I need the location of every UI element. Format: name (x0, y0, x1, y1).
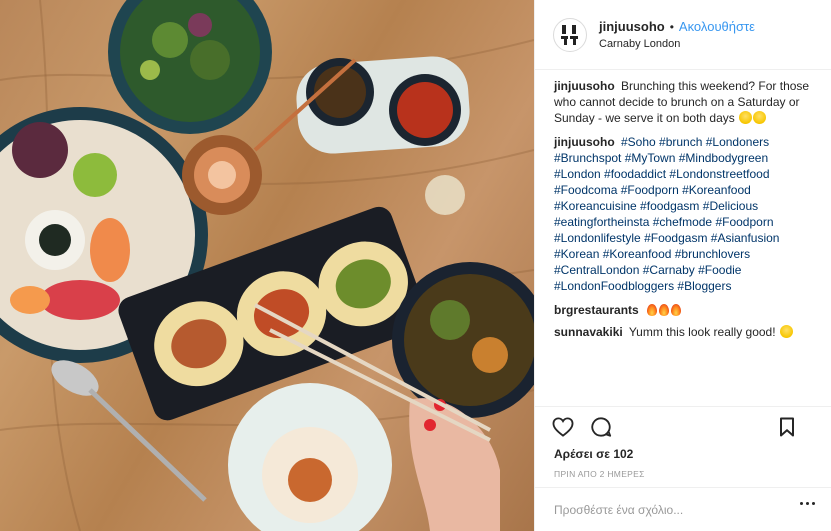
comment-item: sunnavakiki Yumm this look really good! (554, 324, 817, 340)
brand-logo-icon (561, 24, 578, 45)
action-bar (535, 406, 831, 446)
comment-input[interactable] (554, 502, 784, 517)
more-options-icon[interactable] (800, 502, 815, 505)
hashtags[interactable]: #Soho #brunch #Londoners #Brunchspot #My… (554, 135, 779, 293)
post-timestamp[interactable]: ΠΡΙΝ ΑΠΟ 2 ΗΜΕΡΕΣ (554, 469, 645, 479)
smile-emoji-icon (753, 111, 767, 124)
likes-count[interactable]: Αρέσει σε 102 (554, 447, 633, 461)
post-side-panel: jinjuusoho • Ακολουθήστε Carnaby London … (534, 0, 831, 531)
comment-username[interactable]: jinjuusoho (554, 135, 615, 149)
comment-icon[interactable] (589, 415, 613, 439)
comment-username[interactable]: brgrestaurants (554, 303, 639, 317)
food-photo-illustration (0, 0, 534, 531)
comment-item: jinjuusoho Brunching this weekend? For t… (554, 78, 817, 126)
username-link[interactable]: jinjuusoho (599, 19, 665, 34)
fire-emoji-icon (658, 303, 670, 316)
post-photo[interactable] (0, 0, 534, 531)
smile-emoji-icon (779, 325, 793, 338)
smile-emoji-icon (739, 111, 753, 124)
comment-text: Yumm this look really good! (628, 325, 776, 339)
header-text: jinjuusoho • Ακολουθήστε Carnaby London (599, 19, 755, 50)
add-comment-bar (535, 487, 831, 531)
avatar[interactable] (553, 17, 587, 52)
comment-username[interactable]: sunnavakiki (554, 325, 623, 339)
comment-username[interactable]: jinjuusoho (554, 79, 615, 93)
fire-emoji-icon (670, 303, 682, 316)
location-link[interactable]: Carnaby London (599, 38, 755, 50)
comment-item: brgrestaurants (554, 302, 817, 318)
follow-button[interactable]: Ακολουθήστε (679, 19, 755, 34)
separator-dot: • (669, 19, 674, 34)
heart-icon[interactable] (551, 415, 575, 439)
comments-list: jinjuusoho Brunching this weekend? For t… (554, 78, 817, 348)
comment-item: jinjuusoho #Soho #brunch #Londoners #Bru… (554, 134, 817, 294)
fire-emoji-icon (646, 303, 658, 316)
bookmark-icon[interactable] (775, 415, 799, 439)
post-header: jinjuusoho • Ακολουθήστε Carnaby London (535, 0, 831, 70)
header-row: jinjuusoho • Ακολουθήστε (599, 19, 755, 34)
